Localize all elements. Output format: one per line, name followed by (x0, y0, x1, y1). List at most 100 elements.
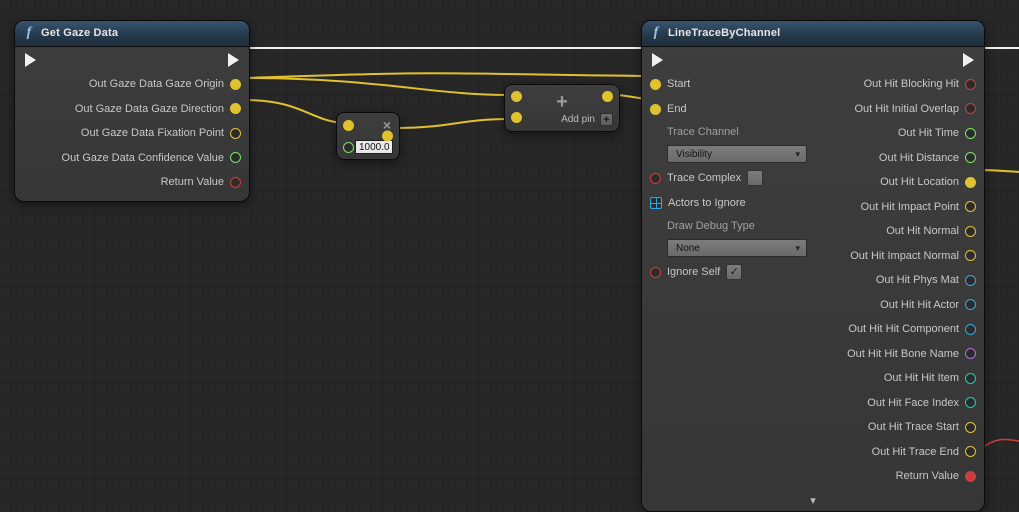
label: Out Hit Hit Component (848, 323, 959, 335)
function-icon: f (23, 25, 35, 41)
pin[interactable] (965, 201, 976, 212)
pin[interactable] (965, 103, 976, 114)
output-out-hit-hit-item[interactable]: Out Hit Hit Item (884, 367, 976, 389)
pin[interactable] (650, 267, 661, 278)
label: Out Hit Normal (886, 225, 959, 237)
pin[interactable] (230, 177, 241, 188)
output-out-gaze-data-confidence-value[interactable]: Out Gaze Data Confidence Value (62, 147, 241, 169)
pin[interactable] (965, 226, 976, 237)
pin[interactable] (965, 299, 976, 310)
output-out-hit-initial-overlap[interactable]: Out Hit Initial Overlap (854, 98, 976, 120)
add-input-b-pin[interactable] (511, 112, 522, 123)
label: Out Gaze Data Confidence Value (62, 152, 224, 164)
exec-in-pin[interactable] (25, 53, 36, 67)
label: Out Hit Hit Bone Name (847, 348, 959, 360)
output-out-hit-trace-end[interactable]: Out Hit Trace End (872, 441, 976, 463)
label: End (667, 103, 687, 115)
mul-input-b-pin[interactable] (343, 142, 354, 153)
node-get-gaze-data[interactable]: f Get Gaze Data Out Gaze Data Gaze Origi… (14, 20, 250, 202)
exec-out-pin[interactable] (228, 53, 239, 67)
output-out-hit-impact-normal[interactable]: Out Hit Impact Normal (850, 245, 976, 267)
pin[interactable] (965, 250, 976, 261)
node-multiply[interactable]: × (336, 112, 400, 160)
pin[interactable] (230, 103, 241, 114)
pin[interactable] (230, 79, 241, 90)
output-return-value[interactable]: Return Value (161, 171, 241, 193)
output-out-hit-hit-component[interactable]: Out Hit Hit Component (848, 318, 976, 340)
pin[interactable] (965, 397, 976, 408)
pin[interactable] (650, 79, 661, 90)
input-trace-channel[interactable]: Visibility ▾ (650, 144, 807, 164)
output-out-hit-trace-start[interactable]: Out Hit Trace Start (868, 416, 976, 438)
pin[interactable] (230, 152, 241, 163)
input-end[interactable]: End (650, 98, 807, 120)
output-out-hit-normal[interactable]: Out Hit Normal (886, 220, 976, 242)
trace-complex-checkbox[interactable] (747, 170, 763, 186)
wire-origin-to-add (245, 78, 509, 95)
pin[interactable] (965, 446, 976, 457)
output-out-hit-time[interactable]: Out Hit Time (898, 122, 976, 144)
output-out-hit-face-index[interactable]: Out Hit Face Index (867, 392, 976, 414)
pin[interactable] (965, 152, 976, 163)
exec-in-pin[interactable] (652, 53, 663, 67)
label: Out Hit Hit Actor (880, 299, 959, 311)
caret-icon: ▾ (795, 149, 800, 160)
draw-debug-select[interactable]: None ▾ (667, 239, 807, 257)
add-input-a-pin[interactable] (511, 91, 522, 102)
pin[interactable] (965, 471, 976, 482)
input-ignore-self[interactable]: Ignore Self (650, 261, 807, 283)
output-out-hit-location[interactable]: Out Hit Location (880, 171, 976, 193)
add-pin-label: Add pin (561, 114, 595, 125)
pin[interactable] (650, 104, 661, 115)
pin[interactable] (965, 79, 976, 90)
output-out-gaze-data-gaze-direction[interactable]: Out Gaze Data Gaze Direction (75, 98, 241, 120)
output-out-gaze-data-gaze-origin[interactable]: Out Gaze Data Gaze Origin (89, 73, 241, 95)
node-header[interactable]: f LineTraceByChannel (642, 21, 984, 47)
select-value: None (676, 243, 700, 254)
node-add[interactable]: + Add pin + (504, 84, 620, 132)
ignore-self-checkbox[interactable] (726, 264, 742, 280)
exec-out-pin[interactable] (963, 53, 974, 67)
label: Out Hit Location (880, 176, 959, 188)
input-draw-debug[interactable]: None ▾ (650, 238, 807, 258)
expand-caret-icon[interactable]: ▾ (810, 494, 816, 507)
input-start[interactable]: Start (650, 73, 807, 95)
add-output-pin[interactable] (602, 91, 613, 102)
output-out-hit-distance[interactable]: Out Hit Distance (879, 147, 976, 169)
trace-channel-select[interactable]: Visibility ▾ (667, 145, 807, 163)
label: Out Gaze Data Gaze Origin (89, 78, 224, 90)
label: Out Hit Time (898, 127, 959, 139)
add-pin-button[interactable]: Add pin + (561, 113, 613, 126)
mul-value-input[interactable] (355, 140, 393, 154)
pin[interactable] (965, 422, 976, 433)
output-out-hit-impact-point[interactable]: Out Hit Impact Point (861, 196, 976, 218)
output-return-value[interactable]: Return Value (896, 465, 976, 487)
input-draw-debug-label: Draw Debug Type (650, 217, 807, 235)
pin[interactable] (965, 177, 976, 188)
mul-input-a-pin[interactable] (343, 120, 354, 131)
pin[interactable] (965, 373, 976, 384)
pin[interactable] (965, 275, 976, 286)
output-out-gaze-data-fixation-point[interactable]: Out Gaze Data Fixation Point (81, 122, 241, 144)
label: Out Hit Initial Overlap (854, 103, 959, 115)
input-trace-channel-label: Trace Channel (650, 123, 807, 141)
array-pin[interactable] (650, 197, 662, 209)
node-line-trace[interactable]: f LineTraceByChannel Start End Trace Cha… (641, 20, 985, 512)
pin[interactable] (650, 173, 661, 184)
pin[interactable] (965, 128, 976, 139)
pin[interactable] (965, 348, 976, 359)
output-out-hit-hit-actor[interactable]: Out Hit Hit Actor (880, 294, 976, 316)
label: Return Value (161, 176, 224, 188)
input-actors-to-ignore[interactable]: Actors to Ignore (650, 192, 807, 214)
pin[interactable] (965, 324, 976, 335)
output-out-hit-blocking-hit[interactable]: Out Hit Blocking Hit (864, 73, 976, 95)
pin[interactable] (230, 128, 241, 139)
output-out-hit-phys-mat[interactable]: Out Hit Phys Mat (876, 269, 976, 291)
label: Out Hit Impact Normal (850, 250, 959, 262)
mul-output-pin[interactable] (382, 131, 393, 142)
label: Trace Complex (667, 172, 741, 184)
output-out-hit-hit-bone-name[interactable]: Out Hit Hit Bone Name (847, 343, 976, 365)
label: Out Hit Distance (879, 152, 959, 164)
input-trace-complex[interactable]: Trace Complex (650, 167, 807, 189)
node-header[interactable]: f Get Gaze Data (15, 21, 249, 47)
